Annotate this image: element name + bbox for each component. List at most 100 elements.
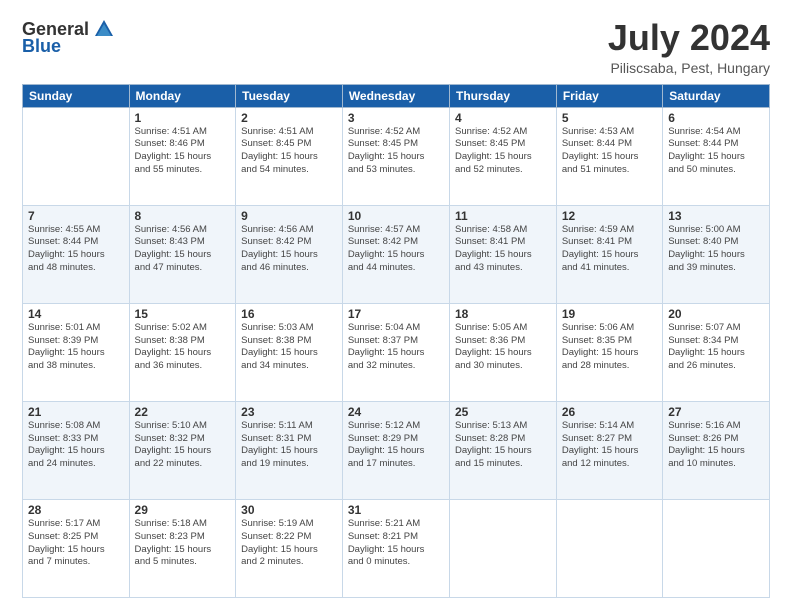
calendar-week-row: 21Sunrise: 5:08 AM Sunset: 8:33 PM Dayli… — [23, 401, 770, 499]
table-row: 22Sunrise: 5:10 AM Sunset: 8:32 PM Dayli… — [129, 401, 236, 499]
table-row: 7Sunrise: 4:55 AM Sunset: 8:44 PM Daylig… — [23, 205, 130, 303]
table-row: 4Sunrise: 4:52 AM Sunset: 8:45 PM Daylig… — [450, 107, 557, 205]
day-info: Sunrise: 5:13 AM Sunset: 8:28 PM Dayligh… — [455, 420, 551, 471]
day-info: Sunrise: 5:08 AM Sunset: 8:33 PM Dayligh… — [28, 420, 124, 471]
table-row: 10Sunrise: 4:57 AM Sunset: 8:42 PM Dayli… — [342, 205, 449, 303]
day-info: Sunrise: 5:11 AM Sunset: 8:31 PM Dayligh… — [241, 420, 337, 471]
day-info: Sunrise: 5:06 AM Sunset: 8:35 PM Dayligh… — [562, 322, 657, 373]
table-row: 11Sunrise: 4:58 AM Sunset: 8:41 PM Dayli… — [450, 205, 557, 303]
day-number: 4 — [455, 111, 551, 125]
table-row: 15Sunrise: 5:02 AM Sunset: 8:38 PM Dayli… — [129, 303, 236, 401]
table-row: 23Sunrise: 5:11 AM Sunset: 8:31 PM Dayli… — [236, 401, 343, 499]
day-info: Sunrise: 5:07 AM Sunset: 8:34 PM Dayligh… — [668, 322, 764, 373]
day-number: 6 — [668, 111, 764, 125]
header: General Blue July 2024 Piliscsaba, Pest,… — [22, 18, 770, 76]
day-number: 1 — [135, 111, 231, 125]
day-number: 18 — [455, 307, 551, 321]
table-row: 14Sunrise: 5:01 AM Sunset: 8:39 PM Dayli… — [23, 303, 130, 401]
table-row: 6Sunrise: 4:54 AM Sunset: 8:44 PM Daylig… — [663, 107, 770, 205]
day-info: Sunrise: 5:03 AM Sunset: 8:38 PM Dayligh… — [241, 322, 337, 373]
day-number: 2 — [241, 111, 337, 125]
table-row: 3Sunrise: 4:52 AM Sunset: 8:45 PM Daylig… — [342, 107, 449, 205]
day-number: 13 — [668, 209, 764, 223]
table-row: 17Sunrise: 5:04 AM Sunset: 8:37 PM Dayli… — [342, 303, 449, 401]
day-info: Sunrise: 4:53 AM Sunset: 8:44 PM Dayligh… — [562, 126, 657, 177]
day-number: 27 — [668, 405, 764, 419]
day-info: Sunrise: 4:56 AM Sunset: 8:42 PM Dayligh… — [241, 224, 337, 275]
day-info: Sunrise: 4:52 AM Sunset: 8:45 PM Dayligh… — [348, 126, 444, 177]
table-row: 13Sunrise: 5:00 AM Sunset: 8:40 PM Dayli… — [663, 205, 770, 303]
day-info: Sunrise: 4:54 AM Sunset: 8:44 PM Dayligh… — [668, 126, 764, 177]
day-info: Sunrise: 5:02 AM Sunset: 8:38 PM Dayligh… — [135, 322, 231, 373]
col-sunday: Sunday — [23, 84, 130, 107]
col-saturday: Saturday — [663, 84, 770, 107]
day-number: 24 — [348, 405, 444, 419]
calendar-week-row: 14Sunrise: 5:01 AM Sunset: 8:39 PM Dayli… — [23, 303, 770, 401]
table-row: 27Sunrise: 5:16 AM Sunset: 8:26 PM Dayli… — [663, 401, 770, 499]
day-number: 7 — [28, 209, 124, 223]
day-info: Sunrise: 4:55 AM Sunset: 8:44 PM Dayligh… — [28, 224, 124, 275]
day-info: Sunrise: 4:58 AM Sunset: 8:41 PM Dayligh… — [455, 224, 551, 275]
table-row — [23, 107, 130, 205]
table-row — [556, 499, 662, 597]
day-number: 17 — [348, 307, 444, 321]
day-number: 14 — [28, 307, 124, 321]
day-number: 29 — [135, 503, 231, 517]
day-info: Sunrise: 5:18 AM Sunset: 8:23 PM Dayligh… — [135, 518, 231, 569]
table-row: 24Sunrise: 5:12 AM Sunset: 8:29 PM Dayli… — [342, 401, 449, 499]
day-number: 26 — [562, 405, 657, 419]
table-row: 31Sunrise: 5:21 AM Sunset: 8:21 PM Dayli… — [342, 499, 449, 597]
table-row: 12Sunrise: 4:59 AM Sunset: 8:41 PM Dayli… — [556, 205, 662, 303]
table-row: 20Sunrise: 5:07 AM Sunset: 8:34 PM Dayli… — [663, 303, 770, 401]
col-tuesday: Tuesday — [236, 84, 343, 107]
table-row: 2Sunrise: 4:51 AM Sunset: 8:45 PM Daylig… — [236, 107, 343, 205]
table-row: 25Sunrise: 5:13 AM Sunset: 8:28 PM Dayli… — [450, 401, 557, 499]
day-info: Sunrise: 5:12 AM Sunset: 8:29 PM Dayligh… — [348, 420, 444, 471]
table-row — [450, 499, 557, 597]
table-row — [663, 499, 770, 597]
day-number: 5 — [562, 111, 657, 125]
day-info: Sunrise: 5:04 AM Sunset: 8:37 PM Dayligh… — [348, 322, 444, 373]
calendar-header-row: Sunday Monday Tuesday Wednesday Thursday… — [23, 84, 770, 107]
day-number: 3 — [348, 111, 444, 125]
col-monday: Monday — [129, 84, 236, 107]
day-info: Sunrise: 5:14 AM Sunset: 8:27 PM Dayligh… — [562, 420, 657, 471]
table-row: 26Sunrise: 5:14 AM Sunset: 8:27 PM Dayli… — [556, 401, 662, 499]
day-number: 15 — [135, 307, 231, 321]
day-info: Sunrise: 5:21 AM Sunset: 8:21 PM Dayligh… — [348, 518, 444, 569]
table-row: 18Sunrise: 5:05 AM Sunset: 8:36 PM Dayli… — [450, 303, 557, 401]
day-number: 22 — [135, 405, 231, 419]
day-number: 28 — [28, 503, 124, 517]
day-number: 31 — [348, 503, 444, 517]
logo: General Blue — [22, 18, 115, 57]
day-info: Sunrise: 5:05 AM Sunset: 8:36 PM Dayligh… — [455, 322, 551, 373]
page: General Blue July 2024 Piliscsaba, Pest,… — [0, 0, 792, 612]
col-thursday: Thursday — [450, 84, 557, 107]
day-info: Sunrise: 5:16 AM Sunset: 8:26 PM Dayligh… — [668, 420, 764, 471]
table-row: 19Sunrise: 5:06 AM Sunset: 8:35 PM Dayli… — [556, 303, 662, 401]
day-info: Sunrise: 4:51 AM Sunset: 8:46 PM Dayligh… — [135, 126, 231, 177]
day-info: Sunrise: 4:52 AM Sunset: 8:45 PM Dayligh… — [455, 126, 551, 177]
day-number: 11 — [455, 209, 551, 223]
day-info: Sunrise: 5:00 AM Sunset: 8:40 PM Dayligh… — [668, 224, 764, 275]
table-row: 30Sunrise: 5:19 AM Sunset: 8:22 PM Dayli… — [236, 499, 343, 597]
day-number: 25 — [455, 405, 551, 419]
day-number: 9 — [241, 209, 337, 223]
table-row: 1Sunrise: 4:51 AM Sunset: 8:46 PM Daylig… — [129, 107, 236, 205]
month-title: July 2024 — [608, 18, 770, 58]
day-info: Sunrise: 4:51 AM Sunset: 8:45 PM Dayligh… — [241, 126, 337, 177]
day-info: Sunrise: 4:57 AM Sunset: 8:42 PM Dayligh… — [348, 224, 444, 275]
day-number: 10 — [348, 209, 444, 223]
day-number: 23 — [241, 405, 337, 419]
day-number: 20 — [668, 307, 764, 321]
day-number: 12 — [562, 209, 657, 223]
table-row: 29Sunrise: 5:18 AM Sunset: 8:23 PM Dayli… — [129, 499, 236, 597]
table-row: 16Sunrise: 5:03 AM Sunset: 8:38 PM Dayli… — [236, 303, 343, 401]
day-info: Sunrise: 5:01 AM Sunset: 8:39 PM Dayligh… — [28, 322, 124, 373]
table-row: 9Sunrise: 4:56 AM Sunset: 8:42 PM Daylig… — [236, 205, 343, 303]
title-block: July 2024 Piliscsaba, Pest, Hungary — [608, 18, 770, 76]
calendar-week-row: 28Sunrise: 5:17 AM Sunset: 8:25 PM Dayli… — [23, 499, 770, 597]
col-friday: Friday — [556, 84, 662, 107]
logo-icon — [93, 18, 115, 40]
day-number: 21 — [28, 405, 124, 419]
